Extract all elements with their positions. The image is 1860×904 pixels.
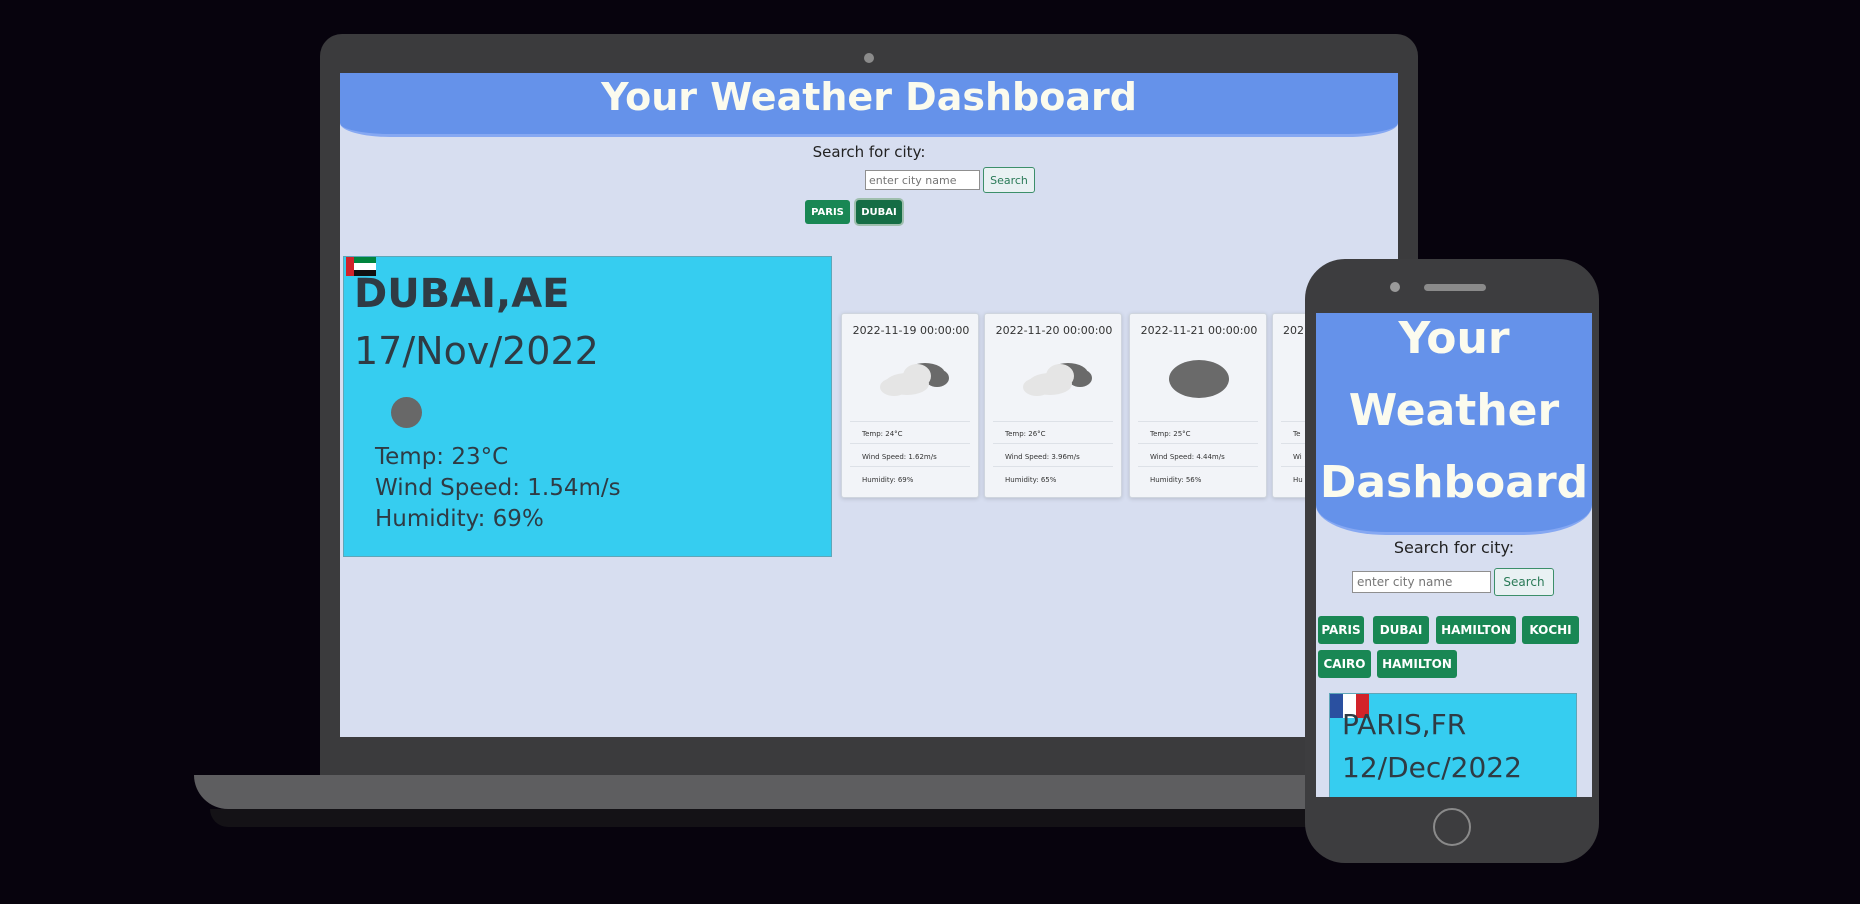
- phone-camera: [1390, 282, 1400, 292]
- current-temp: Temp: 23°C: [375, 444, 509, 470]
- forecast-humidity: Humidity: 56%: [1150, 476, 1202, 484]
- forecast-humidity: Hu: [1293, 476, 1303, 484]
- forecast-wind: Wind Speed: 4.44m/s: [1150, 453, 1225, 461]
- current-weather-card: DUBAI,AE 17/Nov/2022 Temp: 23°C Wind Spe…: [343, 256, 832, 557]
- forecast-temp: Te: [1293, 430, 1301, 438]
- forecast-date: 2022-11-21 00:00:00: [1140, 324, 1258, 337]
- search-button[interactable]: Search: [1494, 568, 1554, 596]
- forecast-card: 2022-11-21 00:00:00 Temp: 25°C Wind Spee…: [1129, 313, 1267, 498]
- forecast-wind: Wind Speed: 1.62m/s: [862, 453, 937, 461]
- page-title-line: Weather: [1348, 385, 1560, 436]
- forecast-date: 2022-11-19 00:00:00: [852, 324, 970, 337]
- history-button-paris[interactable]: PARIS: [805, 200, 850, 224]
- history-button-cairo[interactable]: CAIRO: [1318, 650, 1371, 678]
- page-header: Your Weather Dashboard: [1316, 313, 1592, 535]
- history-button-hamilton[interactable]: HAMILTON: [1377, 650, 1457, 678]
- history-button-paris[interactable]: PARIS: [1318, 616, 1364, 644]
- history-button-dubai[interactable]: DUBAI: [1373, 616, 1429, 644]
- weather-icon: [391, 397, 422, 428]
- search-label: Search for city:: [1393, 538, 1515, 557]
- forecast-card: 2022-11-20 00:00:00 Temp: 26°C Wind Spee…: [984, 313, 1122, 498]
- current-city: DUBAI,AE: [354, 271, 570, 317]
- page-title-line: Your: [1398, 313, 1510, 364]
- history-button-hamilton[interactable]: HAMILTON: [1436, 616, 1516, 644]
- broken-clouds-icon: [1023, 363, 1092, 396]
- forecast-humidity: Humidity: 69%: [862, 476, 914, 484]
- current-city: PARIS,FR: [1342, 708, 1467, 741]
- phone-home-button[interactable]: [1433, 808, 1471, 846]
- page-header: Your Weather Dashboard: [340, 73, 1398, 137]
- forecast-temp: Temp: 25°C: [1150, 430, 1191, 438]
- search-input[interactable]: [1352, 571, 1491, 593]
- forecast-wind: Wind Speed: 3.96m/s: [1005, 453, 1080, 461]
- phone-screen: Your Weather Dashboard Search for city: …: [1316, 313, 1592, 797]
- forecast-date: 2022-11-20 00:00:00: [995, 324, 1113, 337]
- page-title: Your Weather Dashboard: [601, 75, 1137, 119]
- current-date: 12/Dec/2022: [1342, 751, 1522, 784]
- phone-speaker: [1424, 284, 1486, 291]
- search-button[interactable]: Search: [983, 167, 1035, 193]
- search-input[interactable]: [865, 170, 980, 190]
- current-weather-card: PARIS,FR 12/Dec/2022: [1329, 693, 1577, 797]
- search-label: Search for city:: [812, 143, 926, 161]
- current-date: 17/Nov/2022: [354, 329, 599, 373]
- history-button-dubai[interactable]: DUBAI: [856, 200, 902, 224]
- forecast-card: 2022-11-19 00:00:00 Temp: 24°C Wind Spee…: [841, 313, 979, 498]
- laptop-screen: Your Weather Dashboard Search for city: …: [340, 73, 1398, 737]
- forecast-wind: Wi: [1293, 453, 1302, 461]
- history-button-kochi[interactable]: KOCHI: [1522, 616, 1579, 644]
- broken-clouds-icon: [880, 363, 949, 396]
- forecast-temp: Temp: 24°C: [862, 430, 903, 438]
- page-title-line: Dashboard: [1319, 457, 1589, 508]
- laptop-camera: [864, 53, 874, 63]
- current-wind: Wind Speed: 1.54m/s: [375, 475, 621, 501]
- forecast-humidity: Humidity: 65%: [1005, 476, 1057, 484]
- current-humidity: Humidity: 69%: [375, 506, 544, 532]
- forecast-temp: Temp: 26°C: [1005, 430, 1046, 438]
- overcast-icon: [1169, 360, 1229, 398]
